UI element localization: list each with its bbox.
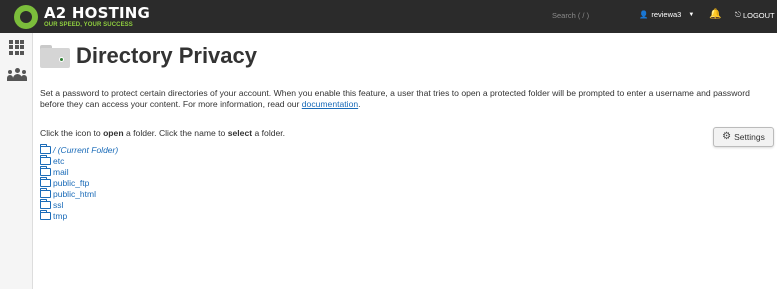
folder-name[interactable]: tmp xyxy=(53,211,67,221)
top-navigation-bar: A2 HOSTING OUR SPEED, YOUR SUCCESS Searc… xyxy=(0,0,777,33)
main-content: Directory Privacy Set a password to prot… xyxy=(33,33,777,289)
folder-privacy-icon xyxy=(40,44,70,68)
folder-icon[interactable] xyxy=(40,176,51,187)
folder-item-public-html[interactable]: public_html xyxy=(40,187,118,199)
instruction-part: Click the icon to xyxy=(40,128,104,138)
sidebar xyxy=(0,33,33,289)
logout-label: LOGOUT xyxy=(742,10,775,20)
settings-label: Settings xyxy=(734,132,765,142)
folder-item-etc[interactable]: etc xyxy=(40,154,118,166)
users-icon xyxy=(6,68,27,82)
folder-icon[interactable] xyxy=(40,143,51,154)
brand-text: A2 HOSTING OUR SPEED, YOUR SUCCESS xyxy=(44,5,150,29)
folder-icon[interactable] xyxy=(40,187,51,198)
gear-icon: ⚙ xyxy=(722,131,732,142)
description-end: . xyxy=(358,99,361,109)
folder-name[interactable]: public_html xyxy=(53,189,96,199)
folder-icon[interactable] xyxy=(40,198,51,209)
folder-item-current[interactable]: / (Current Folder) xyxy=(40,143,118,155)
user-icon: 👤 xyxy=(639,10,649,19)
folder-icon[interactable] xyxy=(40,165,51,176)
instruction-part: a folder. Click the name to xyxy=(123,128,228,138)
folder-tree: / (Current Folder) etc mail public_ftp p… xyxy=(40,143,118,221)
folder-name[interactable]: etc xyxy=(53,156,64,166)
sidebar-item-tools[interactable] xyxy=(0,33,33,61)
instruction-text: Click the icon to open a folder. Click t… xyxy=(40,128,285,138)
folder-icon[interactable] xyxy=(40,154,51,165)
instruction-open: open xyxy=(103,128,124,138)
folder-name[interactable]: mail xyxy=(53,167,69,177)
instruction-select: select xyxy=(227,128,253,138)
folder-name[interactable]: ssl xyxy=(53,200,63,210)
username-label: reviewa3 xyxy=(651,10,682,19)
page-description: Set a password to protect certain direct… xyxy=(40,88,770,110)
instruction-part: a folder. xyxy=(252,128,286,138)
chevron-down-icon: ▼ xyxy=(688,11,695,18)
folder-item-tmp[interactable]: tmp xyxy=(40,209,118,221)
settings-button[interactable]: ⚙ Settings xyxy=(713,127,774,147)
user-menu[interactable]: 👤 reviewa3 ▼ xyxy=(639,10,694,19)
brand-tagline: OUR SPEED, YOUR SUCCESS xyxy=(44,21,133,28)
folder-name[interactable]: / (Current Folder) xyxy=(53,145,118,155)
grid-icon xyxy=(9,39,24,55)
folder-item-ssl[interactable]: ssl xyxy=(40,198,118,210)
folder-name[interactable]: public_ftp xyxy=(53,178,89,188)
description-text: Set a password to protect certain direct… xyxy=(40,88,750,109)
sidebar-item-users[interactable] xyxy=(0,61,33,89)
brand-name: A2 HOSTING xyxy=(44,3,151,22)
search-input[interactable]: Search ( / ) xyxy=(552,11,589,20)
brand-logo[interactable]: A2 HOSTING OUR SPEED, YOUR SUCCESS xyxy=(14,4,150,29)
folder-icon[interactable] xyxy=(40,209,51,220)
logout-button[interactable]: ⎋ LOGOUT xyxy=(735,10,775,20)
page-header: Directory Privacy xyxy=(40,43,257,69)
bell-icon[interactable]: 🔔 xyxy=(709,9,721,20)
page-title: Directory Privacy xyxy=(76,43,257,68)
documentation-link[interactable]: documentation xyxy=(302,99,358,109)
folder-item-public-ftp[interactable]: public_ftp xyxy=(40,176,118,188)
folder-item-mail[interactable]: mail xyxy=(40,165,118,177)
a2-logo-mark-icon xyxy=(14,4,38,29)
logout-icon: ⎋ xyxy=(735,10,741,19)
